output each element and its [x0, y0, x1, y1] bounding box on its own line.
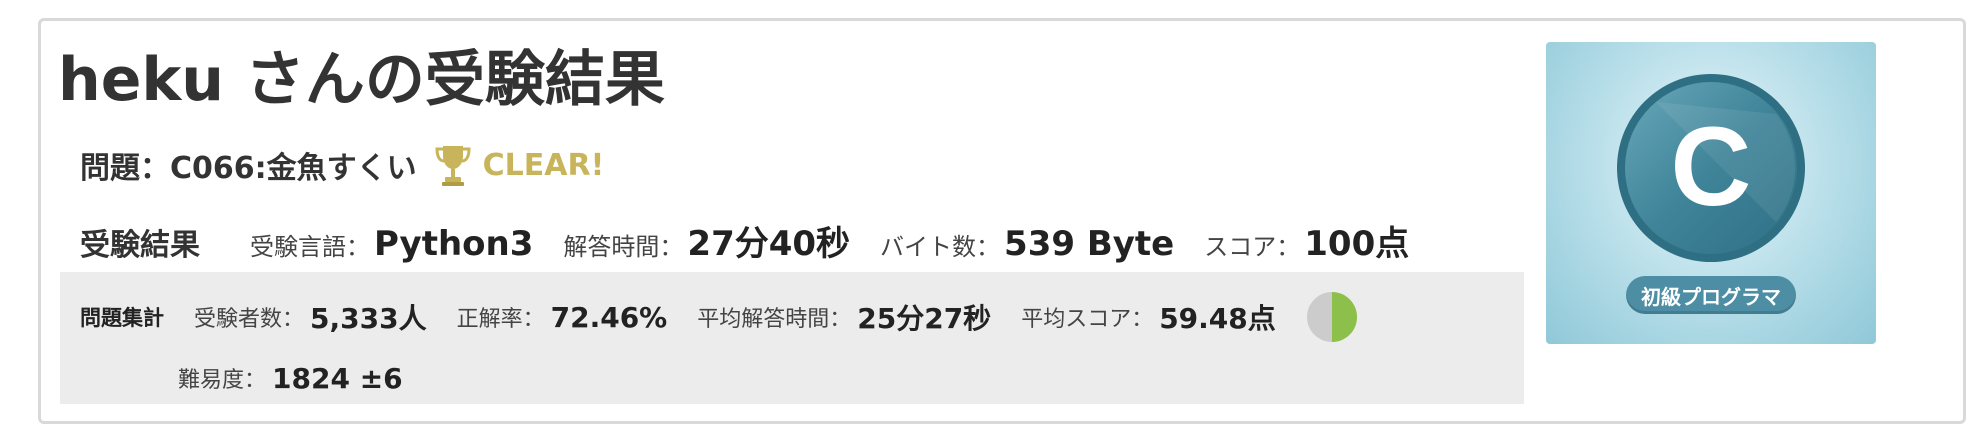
difficulty-row: 難易度： 1824 ±6	[178, 358, 433, 398]
avg-time-value: 25分27秒	[857, 302, 992, 335]
bytes-value: 539 Byte	[1004, 224, 1175, 264]
pie-filled	[1331, 292, 1357, 342]
accuracy-label: 正解率：	[456, 307, 545, 332]
problem-line: 問題：C066:金魚すくい CLEAR!	[80, 140, 604, 190]
score-label: スコア：	[1204, 233, 1301, 261]
score-pie-chart	[1306, 292, 1357, 342]
page-title: heku さんの受験結果	[58, 45, 665, 115]
language-value: Python3	[374, 224, 534, 264]
rank-badge[interactable]: C 初級プログラマ	[1546, 42, 1876, 344]
stats-row: 問題集計 受験者数： 5,333人 正解率： 72.46% 平均解答時間： 25…	[80, 292, 1358, 342]
avg-score-value: 59.48点	[1159, 302, 1276, 335]
time-value: 27分40秒	[687, 224, 851, 264]
emblem-letter: C	[1671, 104, 1752, 229]
stats-panel: 問題集計 受験者数： 5,333人 正解率： 72.46% 平均解答時間： 25…	[60, 272, 1524, 404]
result-heading: 受験結果	[80, 228, 200, 263]
problem-title[interactable]: 問題：C066:金魚すくい	[80, 143, 417, 187]
score-value: 100点	[1304, 224, 1410, 264]
rank-label: 初級プログラマ	[1626, 276, 1796, 314]
difficulty-value: 1824 ±6	[272, 361, 403, 395]
stats-heading: 問題集計	[80, 306, 164, 330]
bytes-label: バイト数：	[880, 233, 1001, 261]
examinees-value: 5,333人	[310, 302, 427, 335]
time-label: 解答時間：	[563, 233, 684, 261]
result-row: 受験結果 受験言語： Python3 解答時間： 27分40秒 バイト数： 53…	[80, 216, 1439, 276]
avg-score-label: 平均スコア：	[1021, 307, 1154, 332]
examinees-label: 受験者数：	[194, 307, 305, 332]
trophy-icon	[435, 146, 471, 186]
accuracy-value: 72.46%	[550, 300, 668, 334]
clear-label: CLEAR!	[482, 147, 605, 183]
difficulty-label: 難易度：	[178, 368, 267, 393]
avg-time-label: 平均解答時間：	[697, 307, 852, 332]
language-label: 受験言語：	[250, 233, 370, 261]
